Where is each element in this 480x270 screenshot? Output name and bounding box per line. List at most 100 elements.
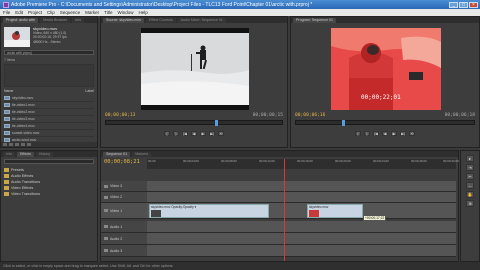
program-current-timecode[interactable]: 00;00;06;16 [295, 113, 325, 118]
list-item[interactable]: Video Transitions [4, 191, 94, 197]
play-button[interactable]: ▶ [391, 131, 397, 136]
track-header-video3[interactable]: Video 3 [101, 181, 147, 192]
icon-view-button[interactable] [9, 143, 13, 146]
mark-in-button[interactable]: { [164, 131, 170, 136]
menu-window[interactable]: Window [117, 10, 133, 15]
track-header-audio2[interactable]: Audio 2 [101, 233, 147, 245]
eye-icon[interactable] [104, 209, 108, 212]
menu-help[interactable]: Help [138, 10, 147, 15]
track-lane-video2[interactable] [147, 192, 456, 203]
program-monitor: Program: Sequence 01 00;00;22;01 00;00;0… [290, 16, 480, 148]
track-select-tool[interactable]: ⇥ [466, 164, 474, 171]
tab-info[interactable]: Info [3, 152, 15, 157]
list-item[interactable]: tie-video1.mov [4, 102, 94, 109]
column-name[interactable]: Name [4, 89, 13, 94]
track-header-audio3[interactable]: Audio 3 [101, 245, 147, 257]
tab-program[interactable]: Program: Sequence 01 [293, 18, 336, 23]
go-to-in-button[interactable]: |◀ [182, 131, 188, 136]
new-bin-button[interactable] [21, 143, 25, 146]
hand-tool[interactable]: ✋ [466, 191, 474, 198]
minimize-button[interactable]: _ [449, 1, 458, 8]
source-playhead[interactable] [215, 120, 219, 126]
list-item[interactable]: skyvideo.mov [4, 95, 94, 102]
slip-tool[interactable]: ↔ [466, 182, 474, 189]
source-duration-timecode: 00;00;00;15 [252, 112, 283, 118]
loop-button[interactable]: ⟲ [218, 131, 224, 136]
ruler-tick: 00;00;12;00 [259, 159, 275, 163]
maximize-button[interactable]: □ [459, 1, 468, 8]
program-video-frame: 00;00;22;01 [331, 28, 441, 110]
list-item[interactable]: tie-video3.mov [4, 116, 94, 123]
go-to-out-button[interactable]: ▶| [209, 131, 215, 136]
program-scrub-bar[interactable] [295, 120, 475, 126]
step-back-button[interactable]: ◀ [382, 131, 388, 136]
folder-icon [4, 180, 9, 184]
menu-project[interactable]: Project [28, 10, 42, 15]
timeline-tabs: Sequence 01 Markers [101, 151, 458, 157]
window-controls: _ □ × [449, 1, 478, 8]
program-playhead[interactable] [342, 120, 346, 126]
step-back-button[interactable]: ◀ [191, 131, 197, 136]
timeline-timecode[interactable]: 00;00;08;21 [104, 159, 140, 165]
play-button[interactable]: ▶ [200, 131, 206, 136]
list-item[interactable]: tie-video2.mov [4, 109, 94, 116]
menu-clip[interactable]: Clip [47, 10, 55, 15]
tab-markers[interactable]: Markers [132, 152, 152, 157]
go-to-in-button[interactable]: |◀ [373, 131, 379, 136]
track-lane-audio2[interactable] [147, 233, 456, 245]
close-button[interactable]: × [469, 1, 478, 8]
zoom-tool[interactable]: ⊕ [466, 200, 474, 207]
list-item[interactable]: sunset-video.mov [4, 130, 94, 137]
menu-file[interactable]: File [3, 10, 10, 15]
speaker-icon[interactable] [104, 249, 108, 252]
menu-title[interactable]: Title [104, 10, 112, 15]
tab-info[interactable]: Info [72, 18, 85, 23]
column-label[interactable]: Label [85, 89, 94, 94]
tab-audio-mixer[interactable]: Audio Mixer: Sequence 01 [177, 18, 226, 23]
tab-history[interactable]: History [35, 152, 54, 157]
tab-source[interactable]: Source: skyvideo.mov [103, 18, 145, 23]
list-view-button[interactable] [3, 143, 7, 146]
folder-icon [4, 174, 9, 178]
video-clip-icon [4, 124, 10, 128]
track-header-video2[interactable]: Video 2 [101, 192, 147, 203]
track-header-audio1[interactable]: Audio 1 [101, 221, 147, 233]
go-to-out-button[interactable]: ▶| [400, 131, 406, 136]
menu-edit[interactable]: Edit [15, 10, 23, 15]
menu-marker[interactable]: Marker [85, 10, 99, 15]
track-lane-audio1[interactable] [147, 221, 456, 233]
track-lane-video3[interactable] [147, 181, 456, 192]
title-bar: Adobe Premiere Pro - C:\Documents and Se… [0, 0, 480, 9]
source-scrub-bar[interactable] [105, 120, 283, 126]
tab-effect-controls[interactable]: Effect Controls [146, 18, 176, 23]
razor-tool[interactable]: ✂ [466, 173, 474, 180]
mark-out-button[interactable]: } [364, 131, 370, 136]
video-clip[interactable]: skyvideo.mov Opacity:Opacity ▾ [149, 204, 269, 218]
time-ruler[interactable]: 00;00 00;00;04;00 00;00;08;00 00;00;12;0… [147, 159, 459, 169]
timeline-playhead[interactable] [284, 159, 285, 261]
speaker-icon[interactable] [104, 237, 108, 240]
list-item[interactable]: tie-video4.mov [4, 123, 94, 130]
tab-effects[interactable]: Effects [17, 152, 34, 157]
track-lane-audio3[interactable] [147, 245, 456, 257]
video-clip[interactable]: skyvideo.mov [307, 204, 363, 218]
tab-project[interactable]: Project: arctic with [3, 18, 39, 23]
loop-button[interactable]: ⟲ [409, 131, 415, 136]
track-lane-video1[interactable]: skyvideo.mov Opacity:Opacity ▾ skyvideo.… [147, 203, 456, 219]
automate-button[interactable] [15, 143, 19, 146]
eye-icon[interactable] [104, 184, 108, 188]
tab-sequence-01[interactable]: Sequence 01 [103, 152, 131, 157]
source-current-timecode[interactable]: 00;00;00;13 [105, 113, 135, 118]
effects-search-input[interactable] [4, 159, 94, 164]
track-header-video1[interactable]: Video 1 [101, 203, 147, 219]
project-bin-field[interactable]: arctic with.prproj [4, 50, 94, 55]
mark-out-button[interactable]: } [173, 131, 179, 136]
delete-button[interactable] [27, 143, 31, 146]
mark-in-button[interactable]: { [355, 131, 361, 136]
eye-icon[interactable] [104, 195, 108, 199]
ruler-tick: 00;00;20;00 [335, 159, 351, 163]
speaker-icon[interactable] [104, 225, 108, 228]
selection-tool[interactable]: ▸ [466, 155, 474, 162]
menu-sequence[interactable]: Sequence [60, 10, 80, 15]
tab-media-browser[interactable]: Media Browser [40, 18, 71, 23]
